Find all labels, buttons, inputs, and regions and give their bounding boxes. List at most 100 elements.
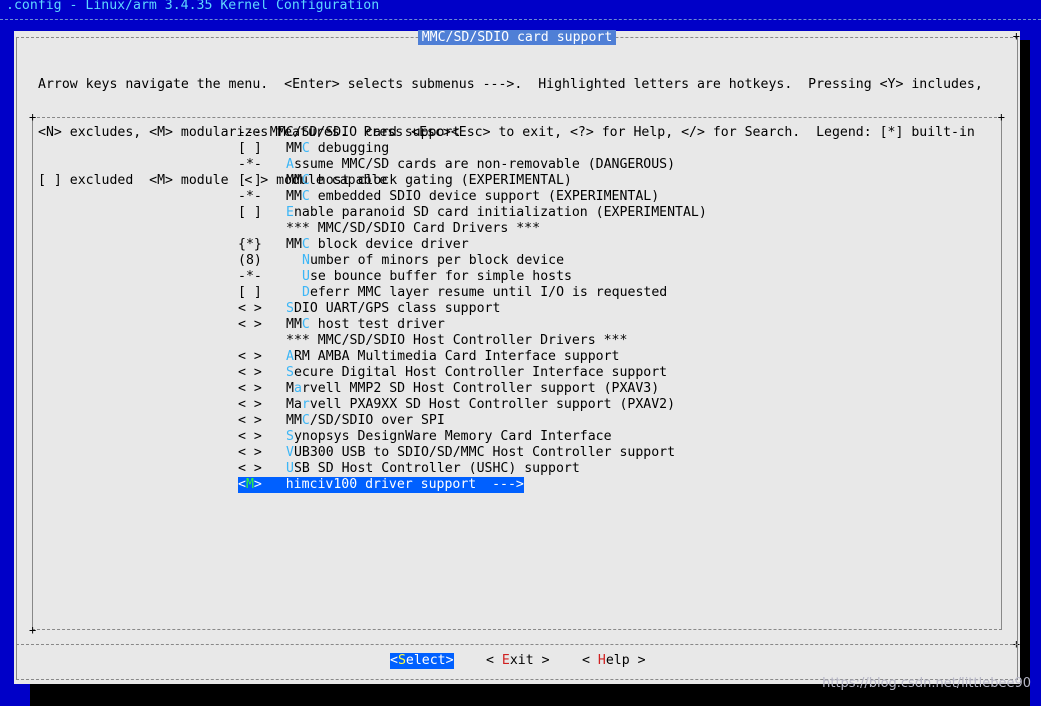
state-value: (8) [238,253,262,268]
dialog-border-left [16,37,17,680]
menu-item-label: MMC block device driver [286,237,469,253]
menu-item-state: < > [238,397,286,413]
menu-item-state: -*- [238,189,286,205]
menu-item[interactable]: < > Marvell PXA9XX SD Host Controller sup… [238,397,707,413]
menu-item-state [238,333,286,349]
menu-item-label: VUB300 USB to SDIO/SD/MMC Host Controlle… [286,445,675,461]
menu-item-hotkey: r [301,397,310,412]
button-text: elp > [605,653,646,668]
menu-item-text: debugging [309,141,390,156]
menu-item[interactable]: < > MMC/SD/SDIO over SPI [238,413,707,429]
menu-item-text: eferr MMC layer resume until I/O is requ… [309,285,668,300]
button-text: < [582,653,598,668]
menu-item-label: *** MMC/SD/SDIO Host Controller Drivers … [286,333,627,349]
menu-item-text: himciv100 driver support ---> [285,477,524,492]
menu-item-hotkey: U [302,269,310,284]
state-value: < > [238,445,262,460]
menu-item[interactable]: < > ARM AMBA Multimedia Card Interface su… [238,349,707,365]
menu-item-hotkey: C [301,237,310,252]
menu-item[interactable]: -*- Use bounce buffer for simple hosts [238,269,707,285]
menu-item-state: (8) [238,253,286,269]
menu-item-state: < > [238,301,286,317]
menu-item-label: Marvell PXA9XX SD Host Controller suppor… [286,397,675,413]
state-value: [ ] [238,173,262,188]
menu-item-label: USB SD Host Controller (USHC) support [286,461,580,477]
corner-plus-icon: + [29,623,37,637]
state-value: < > [238,317,262,332]
menu-item[interactable]: *** MMC/SD/SDIO Card Drivers *** [238,221,707,237]
help-line: Arrow keys navigate the menu. <Enter> se… [38,77,983,92]
menu-item-label: MMC host test driver [286,317,445,333]
menu-item[interactable]: --- MMC/SD/SDIO card support [238,125,707,141]
menu-item-state: < > [238,429,286,445]
menu-item-text: *** MMC/SD/SDIO Card Drivers *** [286,221,541,236]
menu-item[interactable]: < > MMC host test driver [238,317,707,333]
menu-item-label: --- MMC/SD/SDIO card support [238,125,460,141]
menu-item-label: Marvell MMP2 SD Host Controller support … [286,381,659,397]
menu-item-text: umber of minors per block device [309,253,565,268]
menu-item-hotkey: S [286,301,294,316]
menu-item-text: embedded SDIO device support (EXPERIMENT… [309,189,660,204]
menu-item[interactable]: <M> himciv100 driver support ---> [238,477,707,493]
menu-item-text: MM [286,317,302,332]
menu-item-text: /SD/SDIO over SPI [309,413,445,428]
menu-item[interactable]: < > VUB300 USB to SDIO/SD/MMC Host Contro… [238,445,707,461]
menu-item[interactable]: < > USB SD Host Controller (USHC) support [238,461,707,477]
button-hotkey: S [397,653,406,668]
state-padding [262,477,286,492]
dialog-border-right [1017,37,1018,680]
button-hotkey: H [597,653,606,668]
menu-box: + + + --- MMC/SD/SDIO card support[ ] MMC… [29,111,1005,636]
menu-item[interactable]: {*} MMC block device driver [238,237,707,253]
menu-item-label: Assume MMC/SD cards are non-removable (D… [286,157,675,173]
menu-item-hotkey: C [301,413,310,428]
menu-item-text: M [286,381,294,396]
state-value: [ ] [238,205,262,220]
menu-item-label: Deferr MMC layer resume until I/O is req… [286,285,667,301]
menu-item-state: <M> [238,477,286,493]
state-value: < > [238,429,262,444]
menu-item[interactable]: [ ] Deferr MMC layer resume until I/O is … [238,285,707,301]
menu-item-label: himciv100 driver support ---> [285,477,524,493]
menu-item[interactable]: (8) Number of minors per block device [238,253,707,269]
menu-item-hotkey: C [301,317,310,332]
menu-item-state: < > [238,445,286,461]
menu-item[interactable]: -*- Assume MMC/SD cards are non-removable… [238,157,707,173]
menu-item[interactable]: -*- MMC embedded SDIO device support (EXP… [238,189,707,205]
menu-item-hotkey: E [286,205,294,220]
menu-item-state: < > [238,365,286,381]
state-value: {*} [238,237,262,252]
menu-item-text: MM [286,141,302,156]
dialog-shadow-right [1020,40,1030,706]
button-text: elect> [405,653,454,668]
menu-item-state: < > [238,381,286,397]
menu-item-hotkey: a [293,381,302,396]
corner-plus-icon: + [997,110,1005,124]
menu-item-text: *** MMC/SD/SDIO Host Controller Drivers … [286,333,628,348]
menu-item[interactable]: [ ] MMC host clock gating (EXPERIMENTAL) [238,173,707,189]
title-divider [0,19,1041,20]
help-button[interactable]: < Help > [582,653,646,669]
menu-item-hotkey: S [286,429,294,444]
menu-item-label: MMC debugging [286,141,389,157]
exit-button[interactable]: < Exit > [486,653,550,669]
menu-item[interactable]: [ ] Enable paranoid SD card initializatio… [238,205,707,221]
state-value: < > [238,349,262,364]
menu-item-state: < > [238,349,286,365]
menu-item[interactable]: < > Marvell MMP2 SD Host Controller suppo… [238,381,707,397]
menu-item[interactable]: < > Synopsys DesignWare Memory Card Inter… [238,429,707,445]
menu-item[interactable]: *** MMC/SD/SDIO Host Controller Drivers … [238,333,707,349]
menu-item[interactable]: < > SDIO UART/GPS class support [238,301,707,317]
menu-item-text: RM AMBA Multimedia Card Interface suppor… [293,349,620,364]
menu-item-text: se bounce buffer for simple hosts [309,269,572,284]
menu-item-text: --- MMC/SD/SDIO card support [238,125,461,140]
button-text: xit > [509,653,550,668]
state-value: -*- [238,269,262,284]
menu-item[interactable]: [ ] MMC debugging [238,141,707,157]
menu-item-state: [ ] [238,141,286,157]
state-value: < > [238,365,262,380]
select-button[interactable]: <Select> [390,653,454,669]
menu-item-text: Ma [286,397,302,412]
menu-item[interactable]: < > Secure Digital Host Controller Interf… [238,365,707,381]
state-value: -*- [238,189,262,204]
